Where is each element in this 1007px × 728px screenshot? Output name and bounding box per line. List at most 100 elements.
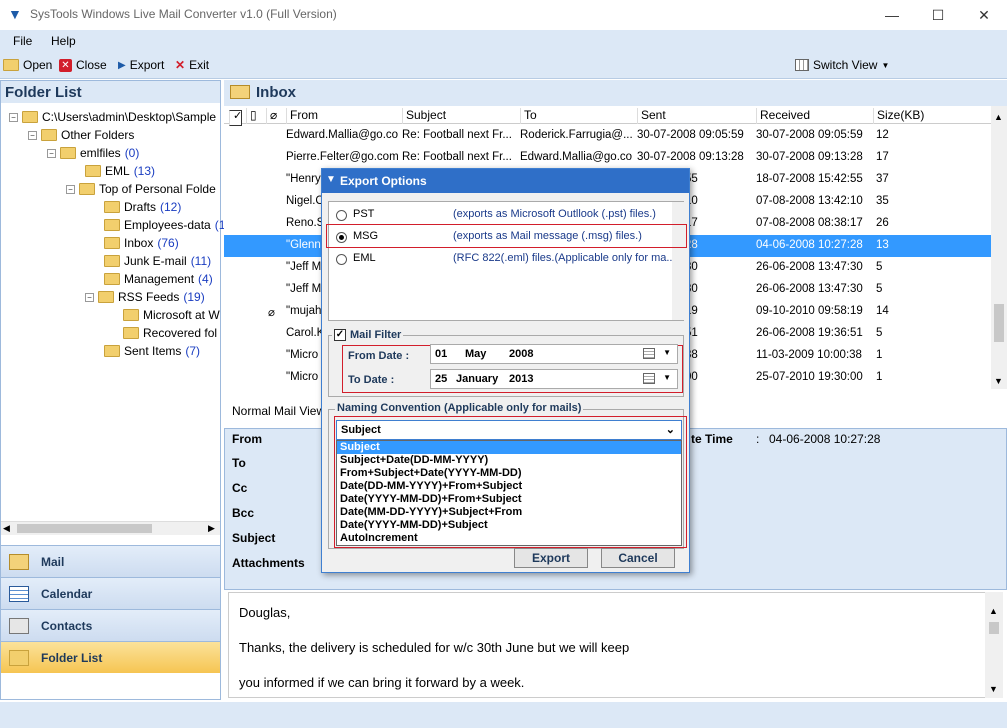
naming-option[interactable]: Date(MM-DD-YYYY)+Subject+From [337, 506, 681, 519]
scroll-thumb[interactable] [989, 622, 999, 634]
scroll-down-icon[interactable]: ▼ [989, 684, 998, 694]
tree-node-rss-feeds[interactable]: − RSS Feeds (19) [85, 290, 205, 304]
tree-count: (7) [185, 344, 201, 358]
col-sent[interactable]: Sent [637, 108, 756, 124]
tree-node-other-folders[interactable]: − Other Folders [28, 128, 134, 142]
tree-node-personal-folders[interactable]: − Top of Personal Folde [66, 182, 216, 196]
menu-file[interactable]: File [13, 34, 32, 48]
menu-help[interactable]: Help [51, 34, 76, 48]
col-to[interactable]: To [520, 108, 637, 124]
chevron-down-icon[interactable]: ⌄ [666, 423, 675, 436]
folder-hscrollbar[interactable]: ◀ ▶ [1, 521, 220, 535]
tree-node-inbox[interactable]: Inbox (76) [104, 236, 179, 250]
chevron-down-icon[interactable]: ▼ [663, 348, 671, 357]
naming-convention-select[interactable]: Subject ⌄ [336, 420, 682, 440]
tree-node-recovered[interactable]: Recovered fol [123, 326, 217, 340]
cancel-button[interactable]: Cancel [601, 548, 675, 568]
col-size[interactable]: Size(KB) [873, 108, 983, 124]
chevron-down-icon[interactable]: ▼ [663, 373, 671, 382]
naming-option[interactable]: Subject+Date(DD-MM-YYYY) [337, 454, 681, 467]
bcc-label: Bcc [232, 506, 255, 520]
cell-size: 12 [876, 129, 889, 141]
naming-option[interactable]: From+Subject+Date(YYYY-MM-DD) [337, 467, 681, 480]
nav-folder-list-label: Folder List [41, 650, 103, 665]
tree-node-root[interactable]: − C:\Users\admin\Desktop\Sample [9, 110, 216, 124]
col-received[interactable]: Received [756, 108, 873, 124]
header-checkbox[interactable]: ✓ [226, 108, 242, 126]
scroll-thumb[interactable] [994, 304, 1004, 342]
switch-view-icon [795, 59, 809, 71]
cell-received: 25-07-2010 19:30:00 [756, 371, 863, 383]
exit-button[interactable]: ✕ Exit [175, 58, 209, 72]
table-row[interactable]: ✓Edward.Mallia@go.co...Re: Football next… [224, 125, 994, 147]
export-button[interactable]: Export [514, 548, 588, 568]
nav-contacts[interactable]: Contacts [1, 609, 220, 641]
tree-node-management[interactable]: Management (4) [104, 272, 213, 286]
grid-header: ✓ ▯ ⌀ From Subject To Sent Received Size… [224, 106, 994, 126]
pst-desc: (exports as Microsoft Outllook (.pst) fi… [453, 208, 656, 220]
nav-calendar[interactable]: Calendar [1, 577, 220, 609]
scroll-down-icon[interactable]: ▼ [994, 376, 1003, 386]
table-row[interactable]: ✓Pierre.Felter@go.com...Re: Football nex… [224, 147, 994, 169]
nav-mail[interactable]: Mail [1, 545, 220, 577]
cell-size: 26 [876, 217, 889, 229]
scroll-left-icon[interactable]: ◀ [3, 523, 10, 534]
col-subject[interactable]: Subject [402, 108, 520, 124]
tree-node-microsoft[interactable]: Microsoft at W [123, 308, 220, 322]
scroll-up-icon[interactable]: ▲ [994, 112, 1003, 122]
tree-node-emlfiles[interactable]: − emlfiles (0) [47, 146, 139, 160]
switch-view-button[interactable]: Switch View ▼ [795, 58, 889, 72]
body-vscrollbar[interactable]: ▲ ▼ [985, 592, 1003, 698]
scroll-up-icon[interactable]: ▲ [989, 606, 998, 616]
pst-radio[interactable] [336, 209, 347, 221]
mail-filter-legend[interactable]: ✓ Mail Filter [332, 329, 404, 341]
cell-size: 37 [876, 173, 889, 185]
naming-option[interactable]: Date(YYYY-MM-DD)+Subject [337, 519, 681, 532]
option-pst[interactable]: PST (exports as Microsoft Outllook (.pst)… [329, 204, 685, 226]
tree-label: RSS Feeds [118, 290, 180, 304]
mail-filter-checkbox[interactable]: ✓ [334, 329, 346, 341]
options-scrollbar[interactable] [672, 202, 684, 320]
tree-node-junk[interactable]: Junk E-mail (11) [104, 254, 211, 268]
minimize-button[interactable]: — [869, 0, 915, 30]
tree-node-eml[interactable]: EML (13) [85, 164, 155, 178]
close-button[interactable]: ✕ Close [59, 58, 107, 72]
maximize-button[interactable]: ☐ [915, 0, 961, 30]
grid-vscrollbar[interactable]: ▲ ▼ [991, 106, 1007, 389]
tree-node-employees-data[interactable]: Employees-data (1) [104, 218, 229, 232]
naming-option[interactable]: AutoIncrement [337, 532, 681, 545]
tab-normal-mail-view[interactable]: Normal Mail View [232, 404, 325, 418]
collapse-icon[interactable]: − [9, 112, 18, 122]
naming-option[interactable]: Date(YYYY-MM-DD)+From+Subject [337, 493, 681, 506]
calendar-icon[interactable] [643, 348, 655, 359]
eml-radio[interactable] [336, 253, 347, 265]
col-from[interactable]: From [286, 108, 402, 124]
collapse-icon[interactable]: − [28, 130, 37, 140]
scroll-right-icon[interactable]: ▶ [208, 523, 215, 534]
calendar-icon[interactable] [643, 373, 655, 384]
scroll-thumb[interactable] [17, 524, 152, 533]
export-button[interactable]: ▶ Export [118, 58, 164, 72]
tree-node-drafts[interactable]: Drafts (12) [104, 200, 181, 214]
close-window-button[interactable]: ✕ [961, 0, 1007, 30]
message-body: Douglas, Thanks, the delivery is schedul… [228, 592, 988, 698]
export-arrow-icon: ▶ [118, 59, 126, 71]
collapse-icon[interactable]: − [66, 184, 75, 194]
cell-subject: Re: Football next Fr... [402, 129, 512, 141]
collapse-icon[interactable]: − [85, 292, 94, 302]
to-date-label: To Date : [348, 374, 395, 386]
tree-node-sent-items[interactable]: Sent Items (7) [104, 344, 200, 358]
exit-x-icon: ✕ [175, 58, 186, 72]
open-button[interactable]: Open [3, 58, 52, 72]
naming-option[interactable]: Date(DD-MM-YYYY)+From+Subject [337, 480, 681, 493]
to-date-picker[interactable]: 25 January 2013 ▼ [430, 369, 678, 389]
naming-option[interactable]: Subject [337, 441, 681, 454]
from-date-picker[interactable]: 01 May 2008 ▼ [430, 344, 678, 364]
subject-label: Subject [232, 531, 276, 545]
option-eml[interactable]: EML (RFC 822(.eml) files.(Applicable only… [329, 248, 685, 270]
to-day: 25 [435, 373, 448, 385]
window-title: SysTools Windows Live Mail Converter v1.… [30, 7, 337, 21]
nav-folder-list[interactable]: Folder List [1, 641, 220, 673]
from-day: 01 [435, 348, 448, 360]
collapse-icon[interactable]: − [47, 148, 56, 158]
